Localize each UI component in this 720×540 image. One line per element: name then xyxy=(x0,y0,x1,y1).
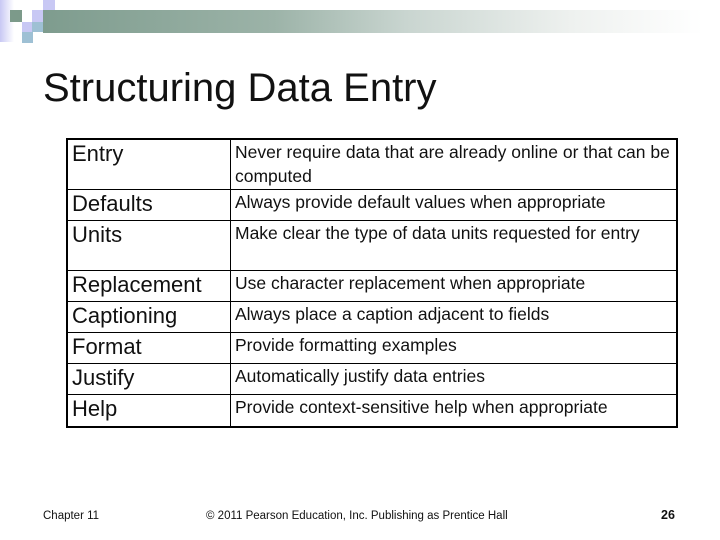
guidelines-table: Entry Never require data that are alread… xyxy=(66,138,678,428)
description-cell: Always place a caption adjacent to field… xyxy=(230,301,678,333)
table-row: Help Provide context-sensitive help when… xyxy=(66,394,678,428)
decorative-square xyxy=(22,32,33,43)
term-cell: Captioning xyxy=(66,301,231,333)
description-cell: Provide formatting examples xyxy=(230,332,678,364)
table-row: Units Make clear the type of data units … xyxy=(66,220,678,271)
term-cell: Replacement xyxy=(66,270,231,302)
footer-chapter: Chapter 11 xyxy=(43,510,100,522)
description-cell: Use character replacement when appropria… xyxy=(230,270,678,302)
slide-title: Structuring Data Entry xyxy=(43,66,437,110)
term-cell: Format xyxy=(66,332,231,364)
description-cell: Make clear the type of data units reques… xyxy=(230,220,678,271)
header-gradient-bar xyxy=(43,10,703,33)
term-cell: Units xyxy=(66,220,231,271)
term-cell: Help xyxy=(66,394,231,428)
description-cell: Provide context-sensitive help when appr… xyxy=(230,394,678,428)
page-number: 26 xyxy=(661,508,675,522)
table-row: Captioning Always place a caption adjace… xyxy=(66,301,678,333)
table-row: Defaults Always provide default values w… xyxy=(66,189,678,221)
term-cell: Justify xyxy=(66,363,231,395)
decorative-square xyxy=(43,0,55,10)
table-row: Entry Never require data that are alread… xyxy=(66,138,678,190)
table-row: Format Provide formatting examples xyxy=(66,332,678,364)
decorative-square xyxy=(10,10,22,22)
description-cell: Always provide default values when appro… xyxy=(230,189,678,221)
decorative-square xyxy=(32,22,43,32)
table-row: Replacement Use character replacement wh… xyxy=(66,270,678,302)
term-cell: Entry xyxy=(66,138,231,190)
term-cell: Defaults xyxy=(66,189,231,221)
footer-copyright: © 2011 Pearson Education, Inc. Publishin… xyxy=(206,510,508,522)
description-cell: Never require data that are already onli… xyxy=(230,138,678,190)
description-cell: Automatically justify data entries xyxy=(230,363,678,395)
table-row: Justify Automatically justify data entri… xyxy=(66,363,678,395)
